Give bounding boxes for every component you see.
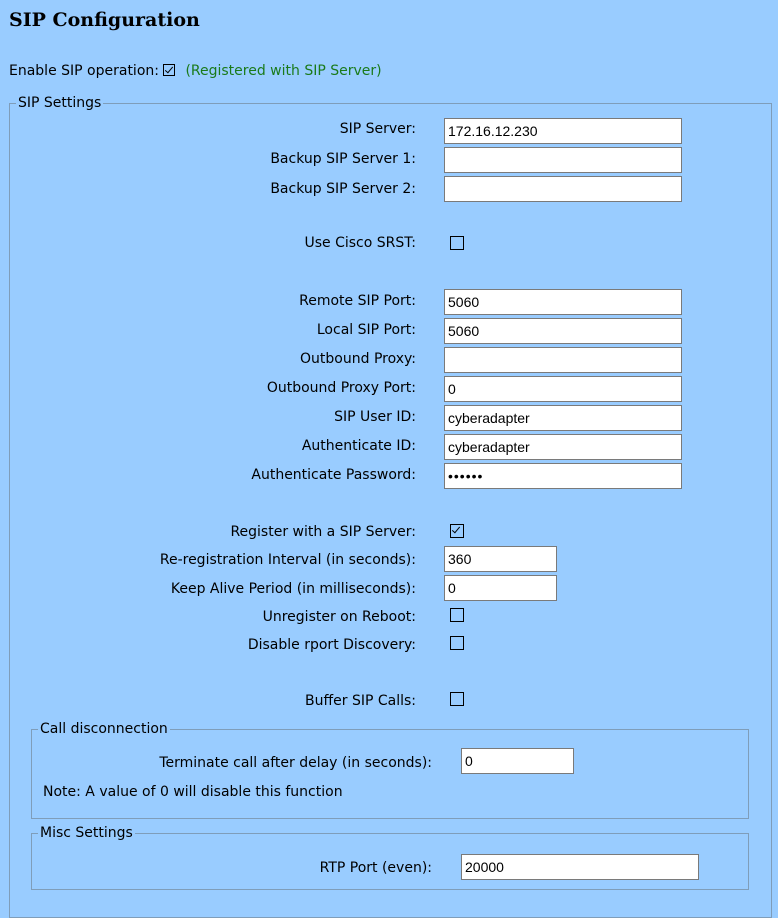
authenticate-password-input[interactable]: •••••• [444,463,682,489]
rtp-port-input[interactable]: 20000 [461,854,699,880]
register-with-sip-server-checkbox[interactable] [450,524,464,538]
sip-server-input[interactable]: 172.16.12.230 [444,118,682,144]
authenticate-id-label: Authenticate ID: [301,438,416,454]
registration-status: (Registered with SIP Server) [185,63,382,79]
outbound-proxy-input[interactable] [444,347,682,373]
disable-rport-discovery-checkbox[interactable] [450,636,464,650]
misc-settings-legend: Misc Settings [40,825,133,841]
use-cisco-srst-label: Use Cisco SRST: [304,235,416,251]
backup-sip-server-2-label: Backup SIP Server 2: [270,181,416,197]
disable-rport-discovery-label: Disable rport Discovery: [247,637,416,653]
re-registration-interval-label: Re-registration Interval (in seconds): [159,552,416,568]
unregister-on-reboot-label: Unregister on Reboot: [262,609,416,625]
buffer-sip-calls-checkbox[interactable] [450,692,464,706]
enable-sip-checkbox[interactable] [162,64,175,76]
register-with-sip-server-label: Register with a SIP Server: [230,524,416,540]
enable-sip-row: Enable SIP operation: (Registered with S… [9,63,382,79]
enable-sip-label: Enable SIP operation: [9,63,159,79]
rtp-port-label: RTP Port (even): [319,860,432,876]
sip-user-id-input[interactable]: cyberadapter [444,405,682,431]
backup-sip-server-1-label: Backup SIP Server 1: [270,151,416,167]
sip-server-label: SIP Server: [339,121,416,137]
outbound-proxy-label: Outbound Proxy: [300,351,416,367]
terminate-call-delay-label: Terminate call after delay (in seconds): [159,755,432,771]
authenticate-password-label: Authenticate Password: [251,467,416,483]
outbound-proxy-port-input[interactable]: 0 [444,376,682,402]
use-cisco-srst-checkbox[interactable] [450,236,464,250]
sip-settings-legend: SIP Settings [18,95,102,111]
terminate-call-note: Note: A value of 0 will disable this fun… [43,784,343,800]
local-sip-port-label: Local SIP Port: [316,322,416,338]
local-sip-port-input[interactable]: 5060 [444,318,682,344]
call-disconnection-legend: Call disconnection [40,721,168,737]
keep-alive-period-label: Keep Alive Period (in milliseconds): [170,581,416,597]
re-registration-interval-input[interactable]: 360 [444,546,557,572]
page-title: SIP Configuration [9,9,200,31]
remote-sip-port-label: Remote SIP Port: [299,293,416,309]
sip-user-id-label: SIP User ID: [334,409,416,425]
authenticate-id-input[interactable]: cyberadapter [444,434,682,460]
backup-sip-server-2-input[interactable] [444,176,682,202]
buffer-sip-calls-label: Buffer SIP Calls: [305,693,416,709]
outbound-proxy-port-label: Outbound Proxy Port: [266,380,416,396]
unregister-on-reboot-checkbox[interactable] [450,608,464,622]
remote-sip-port-input[interactable]: 5060 [444,289,682,315]
terminate-call-delay-input[interactable]: 0 [461,748,574,774]
backup-sip-server-1-input[interactable] [444,147,682,173]
keep-alive-period-input[interactable]: 0 [444,575,557,601]
